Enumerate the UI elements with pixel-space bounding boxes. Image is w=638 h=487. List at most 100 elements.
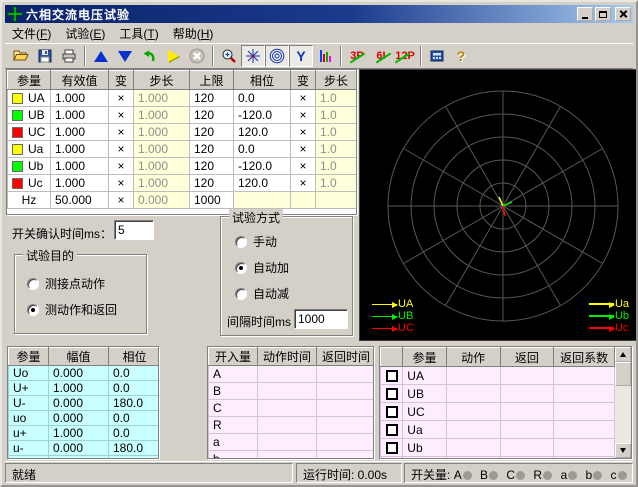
scroll-thumb[interactable] <box>615 362 631 386</box>
scroll-down-button[interactable] <box>615 443 631 458</box>
rms-cell[interactable]: 50.000 <box>51 192 109 209</box>
open-button[interactable] <box>9 45 33 67</box>
start-button[interactable] <box>161 45 185 67</box>
phase-cell[interactable] <box>234 192 291 209</box>
limit-cell[interactable]: 120 <box>190 107 234 124</box>
param-name: Ub <box>8 158 51 175</box>
step-cell[interactable]: 1.0 <box>316 175 357 192</box>
step-cell[interactable]: 1.000 <box>134 90 190 107</box>
step-cell[interactable]: 1.0 <box>316 124 357 141</box>
vary-cell[interactable]: × <box>109 141 134 158</box>
vary-cell[interactable]: × <box>291 158 316 175</box>
radio-contact-action[interactable]: 测接点动作 <box>27 275 105 292</box>
checkbox[interactable] <box>386 370 398 382</box>
print-button[interactable] <box>57 45 81 67</box>
vary-cell[interactable]: × <box>109 124 134 141</box>
step-cell[interactable]: 1.000 <box>134 175 190 192</box>
zoom-button[interactable] <box>217 45 241 67</box>
step-cell[interactable] <box>316 192 357 209</box>
rms-cell[interactable]: 1.000 <box>51 175 109 192</box>
bar-chart-button[interactable] <box>313 45 337 67</box>
vary-cell[interactable]: × <box>109 158 134 175</box>
raise-button[interactable] <box>89 45 113 67</box>
confirm-time-input[interactable] <box>114 220 154 240</box>
stop-button[interactable] <box>185 45 209 67</box>
minimize-button[interactable] <box>577 7 593 21</box>
vary-cell[interactable]: × <box>291 141 316 158</box>
phase-cell[interactable]: 0.0 <box>234 141 291 158</box>
step-cell[interactable]: 1.0 <box>316 158 357 175</box>
col-action: 动作 <box>446 348 500 367</box>
help-button[interactable]: ? <box>449 45 473 67</box>
limit-cell[interactable]: 120 <box>190 141 234 158</box>
rms-cell[interactable]: 1.000 <box>51 107 109 124</box>
limit-cell[interactable]: 120 <box>190 158 234 175</box>
checkbox[interactable] <box>386 406 398 418</box>
checkbox[interactable] <box>386 388 398 400</box>
rms-cell[interactable]: 1.000 <box>51 141 109 158</box>
phase-cell[interactable]: -120.0 <box>234 158 291 175</box>
step-cell[interactable]: 0.000 <box>134 192 190 209</box>
phasor-y-button[interactable]: Y <box>289 45 313 67</box>
col-phase: 相位 <box>109 348 160 366</box>
step-cell[interactable]: 1.000 <box>134 107 190 124</box>
radio-manual[interactable]: 手动 <box>235 233 277 250</box>
step-cell[interactable]: 1.0 <box>316 107 357 124</box>
lower-button[interactable] <box>113 45 137 67</box>
radio-action-return[interactable]: 测动作和返回 <box>27 301 117 318</box>
vary-cell[interactable]: × <box>291 124 316 141</box>
mode-6i-button[interactable]: 6I <box>369 45 393 67</box>
menu-test[interactable]: 试验(E) <box>58 23 112 44</box>
menu-file[interactable]: 文件(F) <box>5 23 58 44</box>
phase-cell[interactable]: -120.0 <box>234 107 291 124</box>
checkbox[interactable] <box>386 424 398 436</box>
radio-auto-increase[interactable]: 自动加 <box>235 259 289 276</box>
step-cell[interactable]: 1.000 <box>134 158 190 175</box>
close-button[interactable] <box>615 7 631 21</box>
vary-cell[interactable]: × <box>109 107 134 124</box>
limit-cell[interactable]: 1000 <box>190 192 234 209</box>
radio-auto-decrease[interactable]: 自动减 <box>235 285 289 302</box>
vary-cell[interactable]: × <box>291 107 316 124</box>
window-title: 六相交流电压试验 <box>26 6 575 23</box>
rms-cell[interactable]: 1.000 <box>51 158 109 175</box>
vary-cell[interactable] <box>291 192 316 209</box>
step-cell[interactable]: 1.0 <box>316 141 357 158</box>
phase-cell[interactable]: 120.0 <box>234 124 291 141</box>
scroll-up-button[interactable] <box>615 347 631 362</box>
phasor-circles-button[interactable] <box>265 45 289 67</box>
phase-cell[interactable]: 120.0 <box>234 175 291 192</box>
print-icon <box>61 48 77 64</box>
limit-cell[interactable]: 120 <box>190 175 234 192</box>
menu-help[interactable]: 帮助(H) <box>166 23 221 44</box>
maximize-button[interactable] <box>595 7 611 21</box>
mode-12p-button[interactable]: 12P <box>393 45 417 67</box>
vary-cell[interactable]: × <box>109 175 134 192</box>
rms-cell[interactable]: 1.000 <box>51 90 109 107</box>
limit-cell[interactable]: 120 <box>190 90 234 107</box>
phasor-star-button[interactable] <box>241 45 265 67</box>
vary-cell[interactable]: × <box>109 90 134 107</box>
step-cell[interactable]: 1.000 <box>134 141 190 158</box>
interval-input[interactable] <box>294 309 348 329</box>
menu-tools[interactable]: 工具(T) <box>112 23 165 44</box>
mode-3p-button[interactable]: 3P <box>345 45 369 67</box>
calculator-button[interactable] <box>425 45 449 67</box>
vary-cell[interactable]: × <box>291 175 316 192</box>
limit-cell[interactable]: 120 <box>190 124 234 141</box>
undo-button[interactable] <box>137 45 161 67</box>
param-row-ub2: Ub 1.000 × 1.000 120 -120.0 × 1.0 <box>8 158 357 175</box>
step-cell[interactable]: 1.000 <box>134 124 190 141</box>
rms-cell[interactable]: 1.000 <box>51 124 109 141</box>
color-swatch <box>12 127 23 138</box>
phasor-y-icon: Y <box>296 49 305 63</box>
vary-cell[interactable]: × <box>291 90 316 107</box>
scroll-track[interactable] <box>615 386 631 443</box>
save-button[interactable] <box>33 45 57 67</box>
phase-cell[interactable]: 0.0 <box>234 90 291 107</box>
status-runtime: 运行时间: 0.00s <box>296 463 402 483</box>
step-cell[interactable]: 1.0 <box>316 90 357 107</box>
vary-cell[interactable]: × <box>109 192 134 209</box>
checkbox[interactable] <box>386 442 398 454</box>
switch-indicator-icon <box>543 471 552 480</box>
